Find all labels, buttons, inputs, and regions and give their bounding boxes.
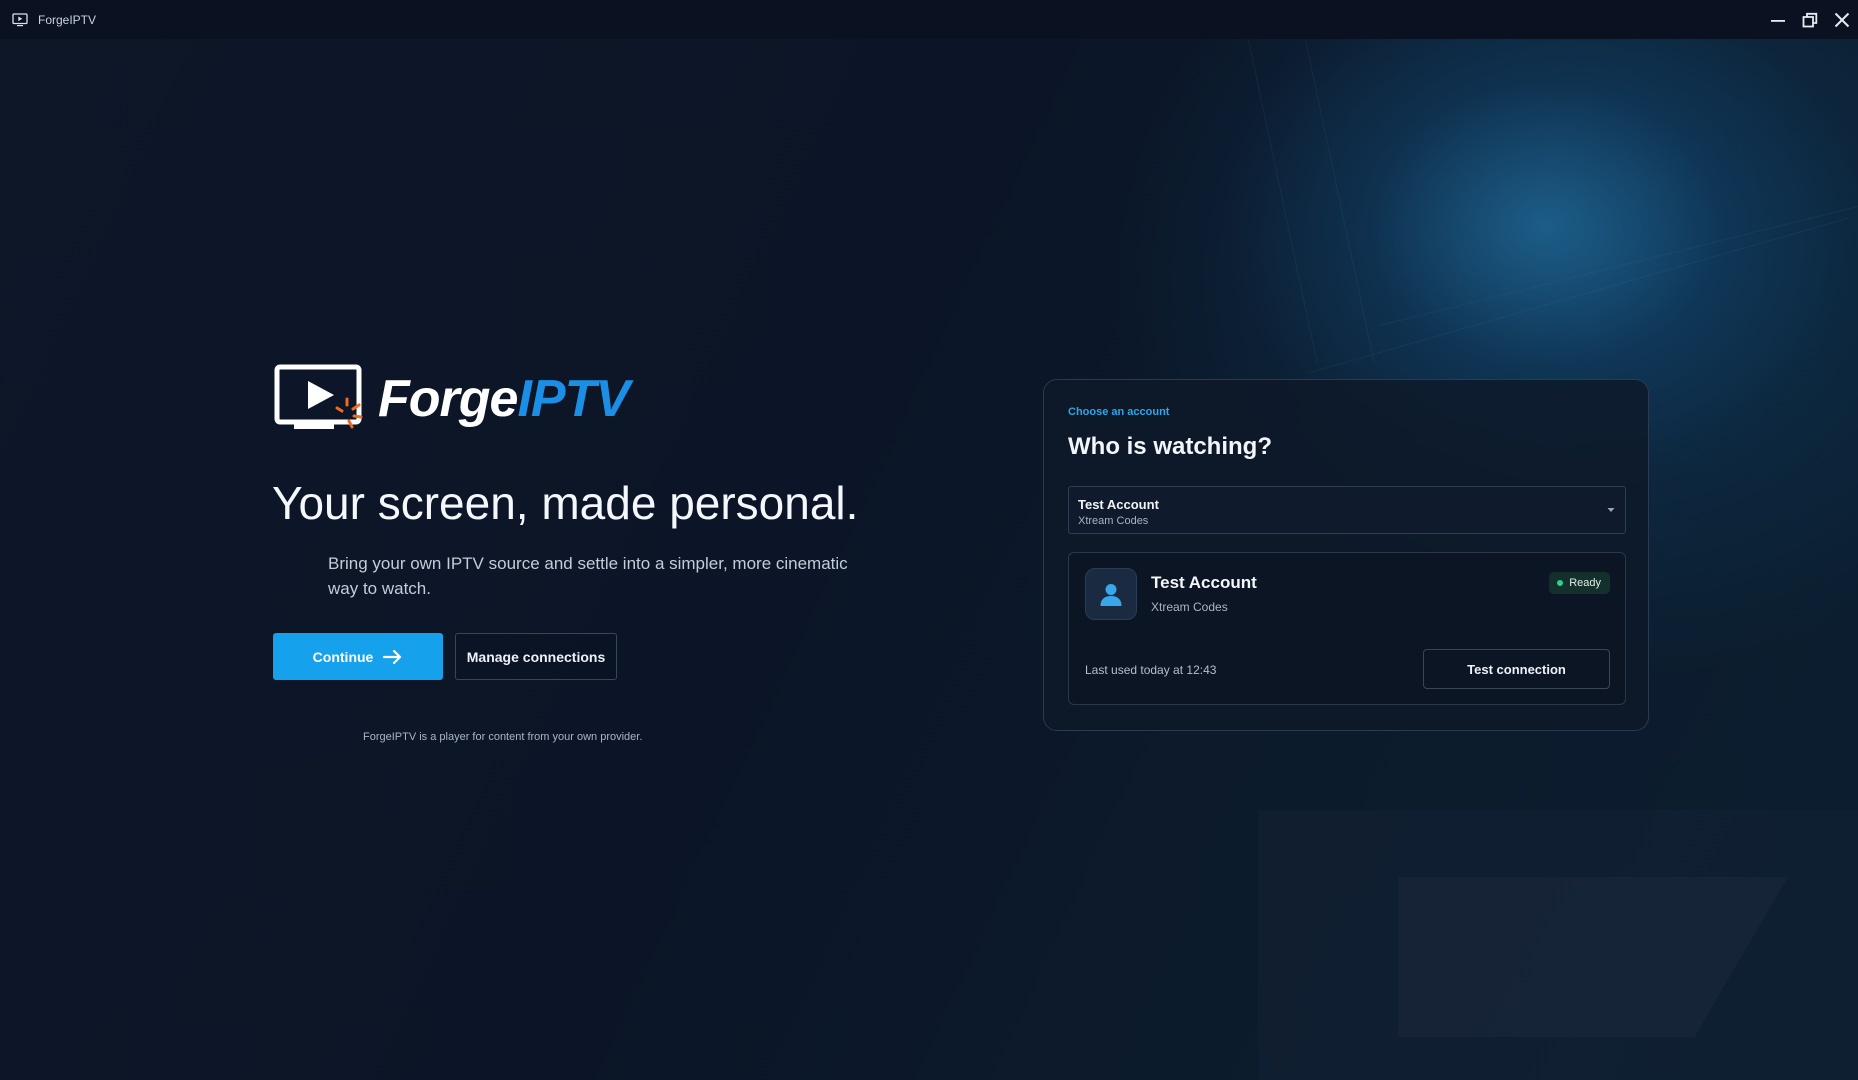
app-window: ForgeIPTV ForgeIPTV Your screen, made pe… <box>0 0 1858 1080</box>
hero-footnote: ForgeIPTV is a player for content from y… <box>363 731 643 743</box>
logo-wordmark: ForgeIPTV <box>378 369 630 429</box>
avatar <box>1085 568 1137 620</box>
window-title: ForgeIPTV <box>38 12 97 27</box>
close-button[interactable] <box>1826 0 1858 39</box>
account-picker-card: Choose an account Who is watching? Test … <box>1043 379 1649 731</box>
account-name: Test Account <box>1151 573 1257 592</box>
test-connection-button[interactable]: Test connection <box>1423 649 1610 689</box>
logo-wordmark-iptv: IPTV <box>517 370 630 428</box>
background-decor-line <box>1305 39 1375 363</box>
account-type: Xtream Codes <box>1151 600 1228 614</box>
minimize-icon <box>1771 19 1785 22</box>
test-connection-label: Test connection <box>1467 661 1566 677</box>
card-title: Who is watching? <box>1068 433 1272 460</box>
manage-connections-label: Manage connections <box>466 648 606 665</box>
background-decor-line <box>1248 39 1318 363</box>
background-decor-line <box>1379 204 1858 326</box>
close-icon <box>1834 12 1850 27</box>
account-select-type: Xtream Codes <box>1078 515 1149 527</box>
manage-connections-button[interactable]: Manage connections <box>455 633 617 680</box>
restore-button[interactable] <box>1794 0 1826 39</box>
status-dot-icon <box>1557 580 1564 586</box>
background-decor-line <box>1309 217 1849 373</box>
account-select[interactable]: Test Account Xtream Codes <box>1068 486 1626 534</box>
card-eyebrow: Choose an account <box>1068 406 1170 418</box>
selected-account-panel: Test Account Xtream Codes Ready Last use… <box>1068 552 1626 705</box>
minimize-button[interactable] <box>1762 0 1794 39</box>
status-badge-label: Ready <box>1569 577 1601 589</box>
logo-wordmark-forge: Forge <box>378 370 518 428</box>
account-select-name: Test Account <box>1078 497 1159 512</box>
arrow-right-icon <box>383 649 402 664</box>
continue-button[interactable]: Continue <box>273 633 443 680</box>
app-tv-icon <box>12 12 28 26</box>
window-controls <box>1762 0 1858 39</box>
status-badge: Ready <box>1549 572 1610 594</box>
continue-button-label: Continue <box>312 648 374 665</box>
logo-tv-play-icon <box>274 364 363 429</box>
hero-subtitle: Bring your own IPTV source and settle in… <box>328 554 848 598</box>
app-logo: ForgeIPTV <box>274 364 630 434</box>
restore-icon <box>1802 12 1818 27</box>
user-icon <box>1100 584 1122 606</box>
title-bar: ForgeIPTV <box>0 0 1858 39</box>
chevron-down-icon <box>1607 508 1615 512</box>
hero-headline: Your screen, made personal. <box>272 477 859 529</box>
last-used-text: Last used today at 12:43 <box>1085 663 1217 677</box>
